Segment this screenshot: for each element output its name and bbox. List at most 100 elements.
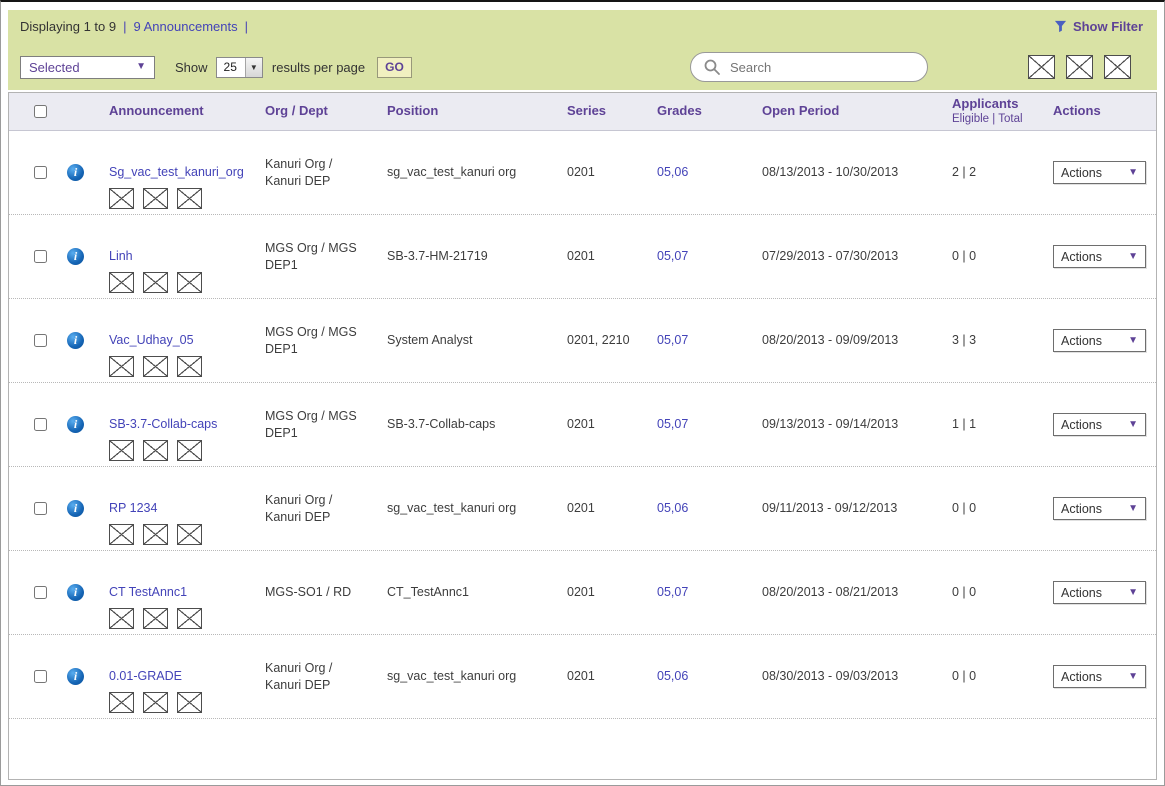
info-icon[interactable]: i xyxy=(67,500,84,517)
info-icon[interactable]: i xyxy=(67,416,84,433)
announcement-cell: SB-3.7-Collab-caps xyxy=(109,416,259,461)
table-row: i CT TestAnnc1 MGS-SO1 / RD CT_TestAnnc1… xyxy=(9,551,1156,635)
row-select-checkbox[interactable] xyxy=(34,586,47,599)
broken-image-icon[interactable] xyxy=(177,607,202,629)
applicants-cell: 0 | 0 xyxy=(952,585,977,600)
actions-cell: Actions ▼ xyxy=(1046,497,1156,520)
broken-image-icon[interactable] xyxy=(109,607,134,629)
org-dept-cell: Kanuri Org / Kanuri DEP xyxy=(265,157,333,188)
grades-link[interactable]: 05,07 xyxy=(657,249,688,263)
info-icon[interactable]: i xyxy=(67,248,84,265)
row-select-checkbox[interactable] xyxy=(34,502,47,515)
table-body: i Sg_vac_test_kanuri_org Kanuri Org / Ka… xyxy=(9,131,1156,719)
announcement-cell: RP 1234 xyxy=(109,500,259,545)
row-select-checkbox[interactable] xyxy=(34,670,47,683)
broken-image-icon[interactable] xyxy=(109,187,134,209)
selected-dropdown[interactable]: Selected ▼ xyxy=(20,55,155,79)
announcement-link[interactable]: Sg_vac_test_kanuri_org xyxy=(109,164,251,180)
grades-cell: 05,06 xyxy=(651,164,756,180)
grades-link[interactable]: 05,06 xyxy=(657,501,688,515)
broken-image-icon[interactable] xyxy=(177,691,202,713)
select-all-checkbox[interactable] xyxy=(34,105,47,118)
info-icon[interactable]: i xyxy=(67,584,84,601)
series-cell: 0201 xyxy=(567,585,595,600)
actions-cell: Actions ▼ xyxy=(1046,665,1156,688)
announcement-cell: Sg_vac_test_kanuri_org xyxy=(109,164,259,209)
row-select-checkbox[interactable] xyxy=(34,418,47,431)
broken-image-icon[interactable] xyxy=(143,355,168,377)
caret-down-icon: ▼ xyxy=(1128,670,1138,682)
broken-image-icon[interactable] xyxy=(177,355,202,377)
series-cell: 0201 xyxy=(567,249,595,264)
broken-image-icon[interactable] xyxy=(109,355,134,377)
broken-image-icon[interactable] xyxy=(143,271,168,293)
actions-label: Actions xyxy=(1061,501,1102,516)
grades-link[interactable]: 05,06 xyxy=(657,165,688,179)
announcement-link[interactable]: SB-3.7-Collab-caps xyxy=(109,416,251,432)
broken-image-icon[interactable] xyxy=(177,439,202,461)
position-cell: SB-3.7-HM-21719 xyxy=(387,249,488,264)
grades-link[interactable]: 05,06 xyxy=(657,669,688,683)
broken-image-icon[interactable] xyxy=(1028,55,1055,79)
search-input[interactable] xyxy=(730,59,921,75)
actions-label: Actions xyxy=(1061,669,1102,684)
show-filter-toggle[interactable]: Show Filter xyxy=(1054,19,1143,34)
applicants-cell: 0 | 0 xyxy=(952,501,977,516)
broken-image-icon[interactable] xyxy=(177,187,202,209)
position-cell: sg_vac_test_kanuri org xyxy=(387,501,517,516)
broken-image-icon[interactable] xyxy=(1066,55,1093,79)
announcement-link[interactable]: Linh xyxy=(109,248,251,264)
broken-image-icon[interactable] xyxy=(177,271,202,293)
info-icon[interactable]: i xyxy=(67,332,84,349)
announcements-table: Announcement Org / Dept Position Series … xyxy=(8,92,1157,780)
separator: | xyxy=(244,19,248,34)
actions-dropdown-button[interactable]: Actions ▼ xyxy=(1053,581,1146,604)
info-icon[interactable]: i xyxy=(67,164,84,181)
col-applicants: Applicants Eligible | Total xyxy=(946,96,1046,128)
info-icon[interactable]: i xyxy=(67,668,84,685)
broken-image-icon[interactable] xyxy=(143,439,168,461)
actions-dropdown-button[interactable]: Actions ▼ xyxy=(1053,245,1146,268)
broken-image-icon[interactable] xyxy=(109,523,134,545)
announcement-icon-group xyxy=(109,187,251,209)
announcements-count-link[interactable]: 9 Announcements xyxy=(134,19,238,34)
toolbar-top-row: Displaying 1 to 9 | 9 Announcements | Sh… xyxy=(20,19,1143,34)
announcement-icon-group xyxy=(109,355,251,377)
caret-down-icon: ▼ xyxy=(244,57,262,77)
broken-image-icon[interactable] xyxy=(143,691,168,713)
announcement-link[interactable]: CT TestAnnc1 xyxy=(109,584,251,600)
announcement-link[interactable]: RP 1234 xyxy=(109,500,251,516)
grades-link[interactable]: 05,07 xyxy=(657,585,688,599)
results-per-page-select[interactable]: 25 ▼ xyxy=(215,56,263,78)
grades-cell: 05,07 xyxy=(651,332,756,348)
actions-dropdown-button[interactable]: Actions ▼ xyxy=(1053,329,1146,352)
broken-image-icon[interactable] xyxy=(143,607,168,629)
actions-dropdown-button[interactable]: Actions ▼ xyxy=(1053,665,1146,688)
col-open-period: Open Period xyxy=(762,103,840,119)
broken-image-icon[interactable] xyxy=(177,523,202,545)
broken-image-icon[interactable] xyxy=(109,271,134,293)
applicants-cell: 1 | 1 xyxy=(952,417,977,432)
broken-image-icon[interactable] xyxy=(143,523,168,545)
actions-dropdown-button[interactable]: Actions ▼ xyxy=(1053,497,1146,520)
broken-image-icon[interactable] xyxy=(1104,55,1131,79)
actions-dropdown-button[interactable]: Actions ▼ xyxy=(1053,413,1146,436)
announcement-icon-group xyxy=(109,523,251,545)
caret-down-icon: ▼ xyxy=(1128,250,1138,262)
row-select-checkbox[interactable] xyxy=(34,334,47,347)
broken-image-icon[interactable] xyxy=(109,691,134,713)
grades-cell: 05,07 xyxy=(651,584,756,600)
grades-link[interactable]: 05,07 xyxy=(657,333,688,347)
search-box[interactable] xyxy=(690,52,928,82)
table-row: i 0.01-GRADE Kanuri Org / Kanuri DEP sg_… xyxy=(9,635,1156,719)
go-button[interactable]: GO xyxy=(377,56,412,78)
broken-image-icon[interactable] xyxy=(143,187,168,209)
actions-dropdown-button[interactable]: Actions ▼ xyxy=(1053,161,1146,184)
row-select-checkbox[interactable] xyxy=(34,166,47,179)
broken-image-icon[interactable] xyxy=(109,439,134,461)
announcement-link[interactable]: 0.01-GRADE xyxy=(109,668,251,684)
row-select-checkbox[interactable] xyxy=(34,250,47,263)
announcement-link[interactable]: Vac_Udhay_05 xyxy=(109,332,251,348)
grades-link[interactable]: 05,07 xyxy=(657,417,688,431)
open-period-cell: 08/13/2013 - 10/30/2013 xyxy=(762,165,899,180)
